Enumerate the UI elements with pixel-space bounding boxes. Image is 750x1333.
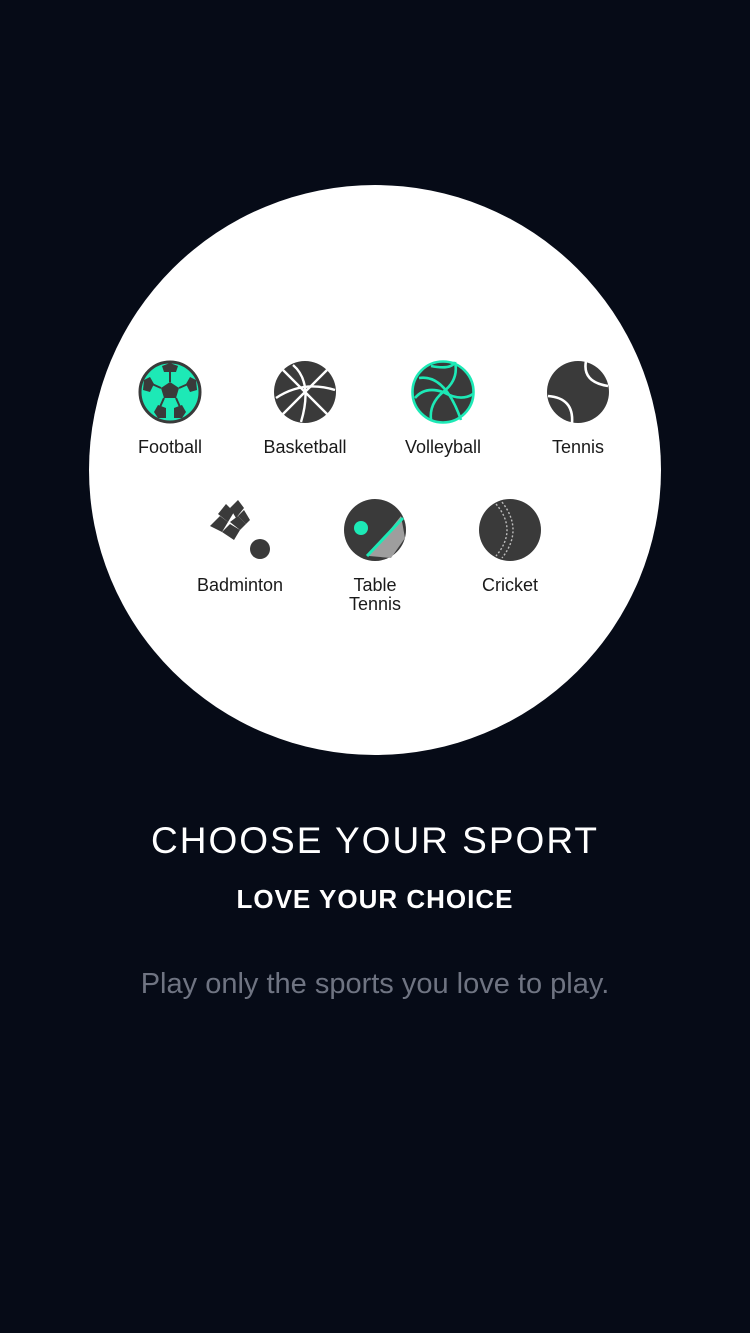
sport-label-table-tennis: Table Tennis <box>348 575 402 614</box>
sport-option-badminton[interactable]: Badminton <box>175 498 305 595</box>
sport-option-table-tennis[interactable]: Table Tennis <box>310 498 440 614</box>
tennis-icon <box>547 360 609 424</box>
sport-label-football: Football <box>137 437 203 457</box>
sport-option-volleyball[interactable]: Volleyball <box>378 360 508 457</box>
sport-option-football[interactable]: Football <box>105 360 235 457</box>
cricket-ball-icon <box>479 499 541 561</box>
volleyball-icon <box>411 360 475 424</box>
tagline-text: Play only the sports you love to play. <box>140 968 610 1000</box>
sport-label-basketball: Basketball <box>263 437 347 457</box>
sport-option-cricket[interactable]: Cricket <box>445 498 575 595</box>
page-title: CHOOSE YOUR SPORT <box>151 820 599 861</box>
sport-label-badminton: Badminton <box>196 575 284 595</box>
table-tennis-icon <box>344 499 406 561</box>
sport-option-tennis[interactable]: Tennis <box>513 360 643 457</box>
football-icon <box>138 360 202 424</box>
sports-selector-circle <box>89 185 661 755</box>
sport-option-basketball[interactable]: Basketball <box>240 360 370 457</box>
sport-label-volleyball: Volleyball <box>404 437 482 457</box>
basketball-icon <box>274 361 336 423</box>
page-subtitle: LOVE YOUR CHOICE <box>236 884 514 914</box>
shuttlecock-icon <box>210 500 270 559</box>
sport-label-tennis: Tennis <box>551 437 605 457</box>
sport-label-cricket: Cricket <box>481 575 538 595</box>
